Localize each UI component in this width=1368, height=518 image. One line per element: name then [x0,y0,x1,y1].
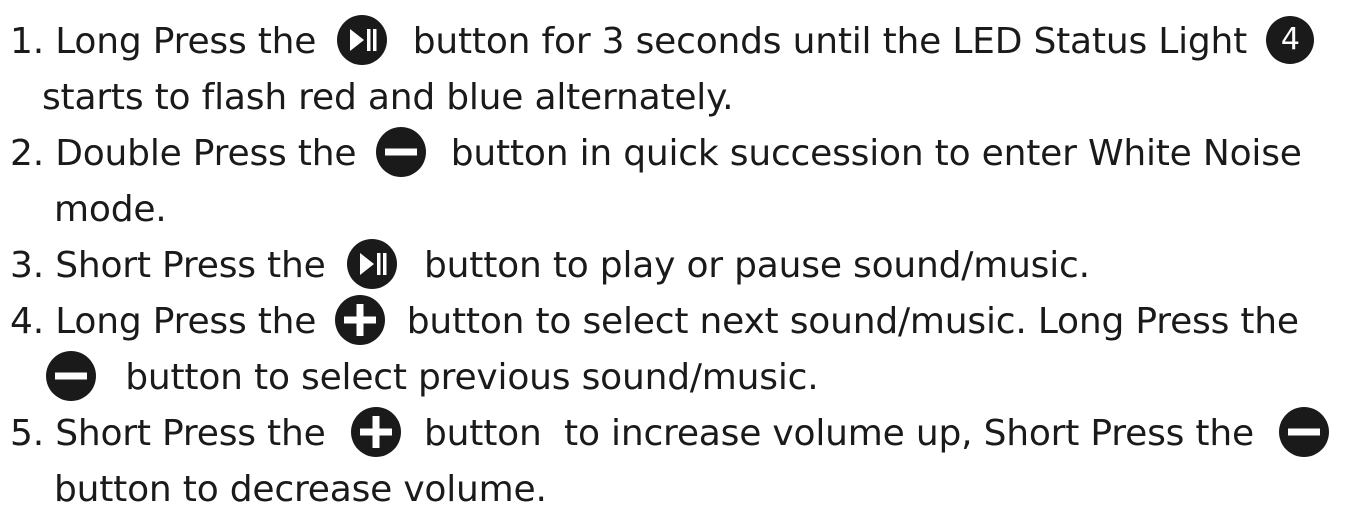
step-3-line-1: 3. Short Press the button to play or pau… [10,238,1090,294]
step-4-line-1: 4. Long Press the button to select next … [10,294,1299,350]
step-5-line-1: 5. Short Press the button to increase vo… [10,406,1330,462]
step-text: button to play or pause sound/music. [424,245,1090,286]
led-status-light-badge: 4 [1266,16,1315,64]
step-text: button in quick succession to enter Whit… [450,133,1302,174]
step-text: Long Press the [55,301,317,342]
minus-icon [375,127,426,177]
minus-icon [1279,407,1330,457]
step-text: Long Press the [55,21,317,62]
plus-icon [350,407,401,457]
step-5-line-2: button to decrease volume. [54,462,547,518]
step-2-line-1: 2. Double Press the button in quick succ… [10,126,1302,182]
step-text: Double Press the [55,133,357,174]
minus-icon [46,351,96,401]
step-number: 1. [10,21,44,62]
step-number: 5. [10,413,44,454]
step-text: button to decrease volume. [54,469,547,510]
step-4-line-2: button to select previous sound/music. [46,350,819,406]
play-pause-icon [346,239,397,289]
step-1-line-1: 1. Long Press the button for 3 seconds u… [10,14,1315,70]
step-2-line-2: mode. [54,182,167,238]
step-text: button for 3 seconds until the LED Statu… [412,21,1248,62]
step-text: button to increase volume up, Short Pres… [424,413,1254,454]
step-text: mode. [54,189,167,230]
step-1-line-2: starts to flash red and blue alternately… [42,70,734,126]
plus-icon [335,295,386,345]
step-text: starts to flash red and blue alternately… [42,77,734,118]
step-text: button to select next sound/music. Long … [406,301,1299,342]
step-text: button to select previous sound/music. [125,357,819,398]
step-number: 3. [10,245,44,286]
step-text: Short Press the [55,413,326,454]
step-number: 2. [10,133,44,174]
step-number: 4. [10,301,44,342]
step-text: Short Press the [55,245,326,286]
play-pause-icon [337,15,388,65]
